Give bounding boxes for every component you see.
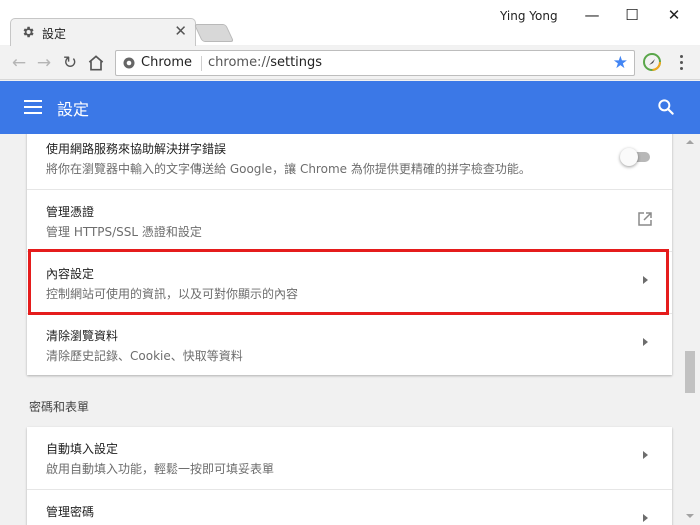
spelling-toggle[interactable] bbox=[620, 148, 650, 166]
url-path: settings bbox=[270, 55, 323, 70]
tab-close-icon[interactable]: ✕ bbox=[174, 22, 187, 40]
row-subtitle: 管理 HTTPS/SSL 憑證和設定 bbox=[46, 225, 202, 239]
home-icon[interactable] bbox=[86, 53, 106, 73]
search-icon[interactable] bbox=[656, 97, 676, 117]
privacy-card: 使用網路服務來協助解決拼字錯誤 將你在瀏覽器中輸入的文字傳送給 Google，讓… bbox=[27, 134, 672, 375]
passwords-card: 自動填入設定 啟用自動填入功能，輕鬆一按即可填妥表單 管理密碼 bbox=[27, 427, 672, 525]
reload-button[interactable]: ↻ bbox=[59, 52, 81, 74]
settings-content: 使用網路服務來協助解決拼字錯誤 將你在瀏覽器中輸入的文字傳送給 Google，讓… bbox=[0, 134, 680, 525]
bookmark-star-icon[interactable]: ★ bbox=[613, 53, 628, 73]
section-title-passwords: 密碼和表單 bbox=[29, 400, 90, 414]
extension-icon[interactable] bbox=[643, 53, 661, 71]
browser-toolbar: ← → ↻ Chrome chrome://settings ★ bbox=[0, 46, 700, 80]
hamburger-icon[interactable] bbox=[24, 100, 42, 114]
profile-name[interactable]: Ying Yong bbox=[500, 9, 558, 23]
url-scheme: chrome:// bbox=[208, 55, 271, 70]
manage-passwords-row[interactable]: 管理密碼 bbox=[27, 489, 672, 525]
close-window-button[interactable]: ✕ bbox=[656, 4, 692, 26]
row-title: 內容設定 bbox=[46, 267, 95, 281]
row-title: 清除瀏覽資料 bbox=[46, 329, 119, 343]
spelling-service-row[interactable]: 使用網路服務來協助解決拼字錯誤 將你在瀏覽器中輸入的文字傳送給 Google，讓… bbox=[27, 134, 672, 189]
omnibox-divider bbox=[201, 56, 202, 71]
chevron-right-icon[interactable] bbox=[643, 514, 648, 522]
chevron-right-icon[interactable] bbox=[643, 338, 648, 346]
chevron-right-icon[interactable] bbox=[643, 276, 648, 284]
page-scrollbar[interactable] bbox=[680, 134, 700, 525]
external-link-icon[interactable] bbox=[638, 212, 652, 226]
toggle-knob bbox=[620, 148, 638, 166]
chrome-page-icon bbox=[123, 57, 135, 69]
manage-certificates-row[interactable]: 管理憑證 管理 HTTPS/SSL 憑證和設定 bbox=[27, 189, 672, 251]
row-title: 使用網路服務來協助解決拼字錯誤 bbox=[46, 142, 227, 156]
content-settings-row[interactable]: 內容設定 控制網站可使用的資訊，以及可對你顯示的內容 bbox=[27, 251, 672, 313]
row-title: 管理密碼 bbox=[46, 505, 95, 519]
row-subtitle: 啟用自動填入功能，輕鬆一按即可填妥表單 bbox=[46, 462, 275, 476]
row-subtitle: 將你在瀏覽器中輸入的文字傳送給 Google，讓 Chrome 為你提供更精確的… bbox=[46, 162, 531, 176]
more-menu-icon[interactable] bbox=[676, 52, 686, 74]
address-bar[interactable]: Chrome chrome://settings ★ bbox=[115, 50, 635, 76]
row-title: 自動填入設定 bbox=[46, 442, 119, 456]
gear-icon bbox=[23, 26, 34, 38]
maximize-button[interactable]: ☐ bbox=[614, 4, 650, 26]
minimize-button[interactable]: — bbox=[574, 4, 610, 26]
back-button[interactable]: ← bbox=[8, 52, 30, 74]
scroll-down-arrow-icon[interactable] bbox=[686, 514, 694, 518]
autofill-settings-row[interactable]: 自動填入設定 啟用自動填入功能，輕鬆一按即可填妥表單 bbox=[27, 427, 672, 489]
row-subtitle: 清除歷史記錄、Cookie、快取等資料 bbox=[46, 349, 243, 363]
tab-title: 設定 bbox=[42, 27, 67, 41]
url-text[interactable]: chrome://settings bbox=[208, 55, 322, 70]
row-title: 管理憑證 bbox=[46, 205, 95, 219]
title-bar: 設定 ✕ Ying Yong — ☐ ✕ bbox=[0, 0, 700, 47]
forward-button[interactable]: → bbox=[33, 52, 55, 74]
chevron-right-icon[interactable] bbox=[643, 451, 648, 459]
scroll-thumb[interactable] bbox=[685, 351, 695, 393]
page-title: 設定 bbox=[57, 100, 90, 119]
scroll-up-arrow-icon[interactable] bbox=[686, 140, 694, 144]
tab-settings[interactable]: 設定 ✕ bbox=[10, 18, 196, 47]
clear-browsing-data-row[interactable]: 清除瀏覽資料 清除歷史記錄、Cookie、快取等資料 bbox=[27, 313, 672, 375]
new-tab-button[interactable] bbox=[193, 24, 235, 42]
settings-header: 設定 bbox=[0, 81, 700, 134]
row-subtitle: 控制網站可使用的資訊，以及可對你顯示的內容 bbox=[46, 287, 299, 301]
site-chip: Chrome bbox=[141, 55, 192, 70]
